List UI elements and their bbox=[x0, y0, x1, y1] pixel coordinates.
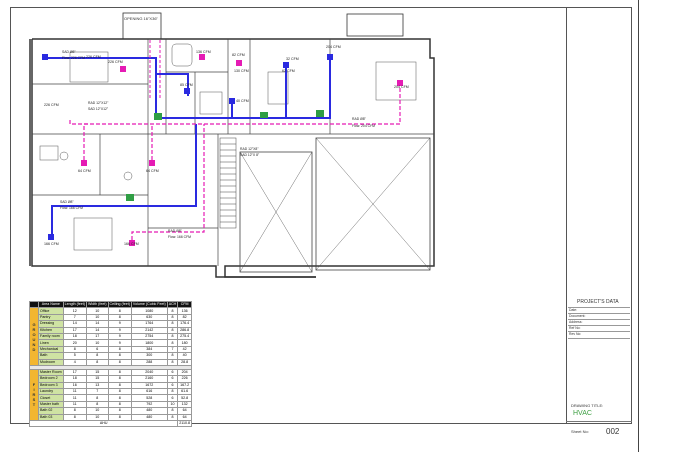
cfm-label: 166 CFM bbox=[124, 242, 139, 246]
title-block bbox=[566, 7, 633, 424]
opening-label: OPENING 16"X36" bbox=[124, 16, 159, 21]
total-value: 2110.8 bbox=[177, 419, 193, 428]
cfm-label: 32 CFM bbox=[286, 57, 299, 61]
cfm-label: 40 CFM bbox=[236, 99, 249, 103]
drawing-title-label: DRAWING TITLE: bbox=[571, 403, 604, 408]
floor-label: GROUND bbox=[29, 307, 39, 366]
room-name-cell: Family room bbox=[38, 332, 64, 341]
row-label: Rev No: bbox=[569, 332, 582, 336]
duct-label: Flow: 166 CFM bbox=[168, 235, 191, 239]
cfm-label: 85 CFM bbox=[180, 83, 193, 87]
return-grille bbox=[81, 160, 87, 166]
row-label: Address: bbox=[569, 320, 583, 324]
table-header: Volume (Cubic Feet) bbox=[130, 300, 168, 309]
return-grille bbox=[120, 66, 126, 72]
title-divider bbox=[566, 421, 632, 422]
table-header: Area Name bbox=[38, 300, 64, 309]
table-header: Width (feet) bbox=[85, 300, 109, 309]
floor-label: FIRST bbox=[29, 368, 39, 422]
ahu bbox=[126, 194, 134, 201]
duct-label: Flow: 166 CFM bbox=[60, 206, 83, 210]
cfm-label: 64 CFM bbox=[146, 169, 159, 173]
cfm-label: 226 CFM bbox=[44, 103, 59, 107]
supply-diffuser bbox=[184, 88, 190, 94]
cfm-label: 136 CFM bbox=[196, 50, 211, 54]
garage bbox=[239, 137, 431, 273]
ahu bbox=[154, 113, 162, 120]
duct-label: RAD 12"X8" bbox=[240, 147, 259, 151]
interior-walls bbox=[32, 39, 434, 266]
duct-label: SAD 12"X12" bbox=[88, 107, 109, 111]
supply-diffuser bbox=[327, 54, 333, 60]
table-header: Length (feet) bbox=[62, 300, 87, 309]
hvac-floor-plan: OPENING 16"X36" 226 CFM 226 CFM 136 CFM … bbox=[29, 12, 435, 278]
opening: OPENING 16"X36" bbox=[122, 12, 162, 40]
balcony bbox=[346, 13, 404, 37]
duct-label: SAD 12"X 8" bbox=[240, 153, 260, 157]
duct-labels: RAD 12"X12" SAD 12"X12" RAD 12"X8" SAD 1… bbox=[60, 50, 375, 239]
supply-diffuser bbox=[48, 234, 54, 240]
return-grille bbox=[236, 60, 242, 66]
duct-label: RAD Ø8" bbox=[352, 117, 367, 121]
return-grille bbox=[149, 160, 155, 166]
cfm-label: 204 CFM bbox=[326, 45, 341, 49]
table-header: ACH bbox=[166, 300, 179, 309]
supply-diffuser bbox=[229, 98, 235, 104]
sheet-number: 002 bbox=[606, 427, 620, 436]
cfm-label: 62 CFM bbox=[282, 69, 295, 73]
project-data-row: Rev No: bbox=[568, 331, 630, 339]
duct-label: RAD Ø8" bbox=[168, 229, 183, 233]
room-name-cell: Master Room bbox=[38, 368, 64, 377]
drawing-title: HVAC bbox=[573, 410, 592, 417]
sheet-edge-line bbox=[638, 0, 639, 452]
cfm-label: 64 CFM bbox=[78, 169, 91, 173]
row-label: Ref No: bbox=[569, 326, 581, 330]
ahu bbox=[260, 112, 268, 118]
row-label: Date: bbox=[569, 308, 578, 312]
cfm-label: 226 CFM bbox=[108, 60, 123, 64]
row-label: Document: bbox=[569, 314, 586, 318]
table-header: Ceiling (feet) bbox=[107, 300, 132, 309]
cfm-label: 226 CFM bbox=[86, 55, 101, 59]
duct-label: SAD Ø8" bbox=[60, 200, 74, 204]
cfm-label: 82 CFM bbox=[232, 53, 245, 57]
drawing-sheet: OPENING 16"X36" 226 CFM 226 CFM 136 CFM … bbox=[0, 0, 680, 452]
table-body: G R O U N D Office 12 10 8 1080 8 136 Pantry 7 10 8 630 8 8… bbox=[28, 307, 193, 428]
duct-label: RAD 12"X12" bbox=[88, 101, 109, 105]
supply-diffuser bbox=[283, 62, 289, 68]
total-label: AHU bbox=[28, 419, 179, 428]
cfm-label: 130 CFM bbox=[234, 69, 249, 73]
cfm-label: 204 CFM bbox=[394, 85, 409, 89]
return-ducts bbox=[69, 86, 401, 240]
staircase bbox=[219, 137, 237, 229]
duct-label: Flow: 204 CFM bbox=[352, 124, 375, 128]
return-grille bbox=[199, 54, 205, 60]
supply-diffuser bbox=[42, 54, 48, 60]
ahu bbox=[316, 110, 324, 117]
ventilation-schedule-table: Area Name Length (feet) Width (feet) Cei… bbox=[28, 300, 193, 428]
project-data-heading: PROJECT'S DATA bbox=[577, 299, 619, 305]
table-total-row: AHU 2110.8 bbox=[28, 419, 193, 428]
sheet-number-label: Sheet No: bbox=[571, 429, 589, 434]
cfm-label: 166 CFM bbox=[44, 242, 59, 246]
duct-label: SAD Ø8" bbox=[62, 50, 76, 54]
duct-label: Flow: 226 CFM bbox=[62, 56, 85, 60]
exterior-walls bbox=[29, 38, 435, 278]
